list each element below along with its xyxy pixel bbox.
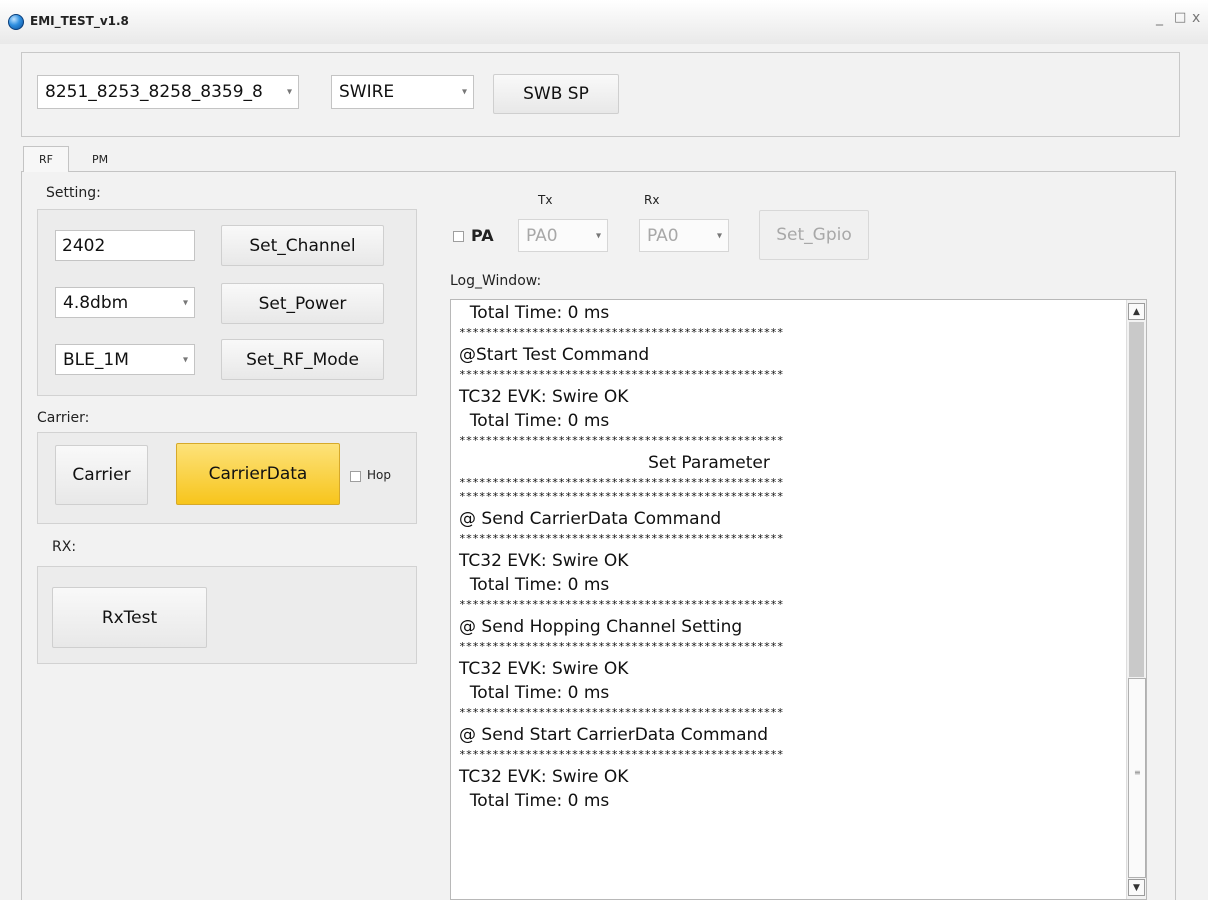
scroll-up-icon[interactable]: ▲: [1128, 303, 1145, 320]
log-window-title: Log_Window:: [450, 273, 542, 289]
scroll-down-icon[interactable]: ▼: [1128, 879, 1145, 896]
log-line: TC32 EVK: Swire OK: [459, 551, 629, 571]
title-bar: EMI_TEST_v1.8 _ □ x: [0, 0, 1208, 44]
emi-test-window: EMI_TEST_v1.8 _ □ x 8251_8253_8258_8359_…: [0, 0, 1208, 900]
log-separator: ****************************************…: [459, 434, 784, 447]
app-logo-icon: [8, 14, 24, 30]
set-rf-mode-button[interactable]: Set_RF_Mode: [221, 339, 384, 380]
tab-rf[interactable]: RF: [23, 146, 69, 172]
log-line: Total Time: 0 ms: [459, 575, 610, 595]
log-separator: ****************************************…: [459, 326, 784, 339]
tab-pm[interactable]: PM: [77, 146, 123, 172]
log-separator: ****************************************…: [459, 706, 784, 719]
log-separator: ****************************************…: [459, 640, 784, 653]
set-gpio-button[interactable]: Set_Gpio: [759, 210, 869, 260]
setting-title: Setting:: [46, 185, 101, 201]
log-separator: ****************************************…: [459, 490, 784, 503]
rf-mode-select[interactable]: BLE_1M ▾: [55, 344, 195, 375]
log-line: Set Parameter: [648, 453, 770, 473]
tx-gpio-select-value: PA0: [526, 225, 558, 246]
carrier-data-button[interactable]: CarrierData: [176, 443, 340, 505]
hop-checkbox[interactable]: [350, 471, 361, 482]
rx-gpio-select-value: PA0: [647, 225, 679, 246]
scrollbar-track[interactable]: [1129, 322, 1144, 677]
log-line: @ Send Hopping Channel Setting: [459, 617, 743, 637]
power-select-value: 4.8dbm: [63, 292, 129, 313]
power-select[interactable]: 4.8dbm ▾: [55, 287, 195, 318]
maximize-icon[interactable]: □: [1174, 10, 1186, 25]
rxtest-button[interactable]: RxTest: [52, 587, 207, 648]
rx-label: Rx: [644, 193, 660, 207]
log-separator: ****************************************…: [459, 476, 784, 489]
close-icon[interactable]: x: [1192, 10, 1200, 26]
hop-label: Hop: [367, 468, 391, 482]
log-scrollbar[interactable]: ▲ ≡ ▼: [1126, 300, 1146, 899]
swb-sp-button[interactable]: SWB SP: [493, 74, 619, 114]
grip-icon: ≡: [1134, 768, 1141, 777]
carrier-button[interactable]: Carrier: [55, 445, 148, 505]
log-line: Total Time: 0 ms: [459, 303, 610, 323]
log-line: TC32 EVK: Swire OK: [459, 767, 629, 787]
chevron-down-icon: ▾: [461, 86, 467, 98]
tx-label: Tx: [538, 193, 553, 207]
channel-input[interactable]: 2402: [55, 230, 195, 261]
chip-select-value: 8251_8253_8258_8359_8: [45, 82, 263, 102]
log-separator: ****************************************…: [459, 748, 784, 761]
window-title: EMI_TEST_v1.8: [30, 14, 129, 28]
log-line: Total Time: 0 ms: [459, 791, 610, 811]
set-channel-button[interactable]: Set_Channel: [221, 225, 384, 266]
pa-checkbox[interactable]: [453, 231, 464, 242]
rf-mode-select-value: BLE_1M: [63, 349, 129, 370]
chevron-down-icon: ▾: [595, 230, 601, 241]
chevron-down-icon: ▾: [182, 297, 188, 308]
carrier-title: Carrier:: [37, 410, 90, 426]
log-separator: ****************************************…: [459, 598, 784, 611]
rx-gpio-select[interactable]: PA0 ▾: [639, 219, 729, 252]
tx-gpio-select[interactable]: PA0 ▾: [518, 219, 608, 252]
log-separator: ****************************************…: [459, 368, 784, 381]
interface-select[interactable]: SWIRE ▾: [331, 75, 474, 109]
pa-label: PA: [471, 226, 494, 245]
set-power-button[interactable]: Set_Power: [221, 283, 384, 324]
rx-title: RX:: [52, 539, 77, 555]
log-window[interactable]: Total Time: 0 ms ************************…: [450, 299, 1147, 900]
log-line: @Start Test Command: [459, 345, 650, 365]
log-line: Total Time: 0 ms: [459, 683, 610, 703]
log-line: @ Send CarrierData Command: [459, 509, 722, 529]
log-line: Total Time: 0 ms: [459, 411, 610, 431]
interface-select-value: SWIRE: [339, 82, 395, 102]
chevron-down-icon: ▾: [182, 354, 188, 365]
minimize-icon[interactable]: _: [1156, 10, 1163, 26]
chip-select[interactable]: 8251_8253_8258_8359_8 ▾: [37, 75, 299, 109]
log-line: @ Send Start CarrierData Command: [459, 725, 769, 745]
chevron-down-icon: ▾: [286, 86, 292, 98]
log-line: TC32 EVK: Swire OK: [459, 387, 629, 407]
chevron-down-icon: ▾: [716, 230, 722, 241]
log-line: TC32 EVK: Swire OK: [459, 659, 629, 679]
log-separator: ****************************************…: [459, 532, 784, 545]
scrollbar-thumb[interactable]: ≡: [1128, 678, 1146, 878]
